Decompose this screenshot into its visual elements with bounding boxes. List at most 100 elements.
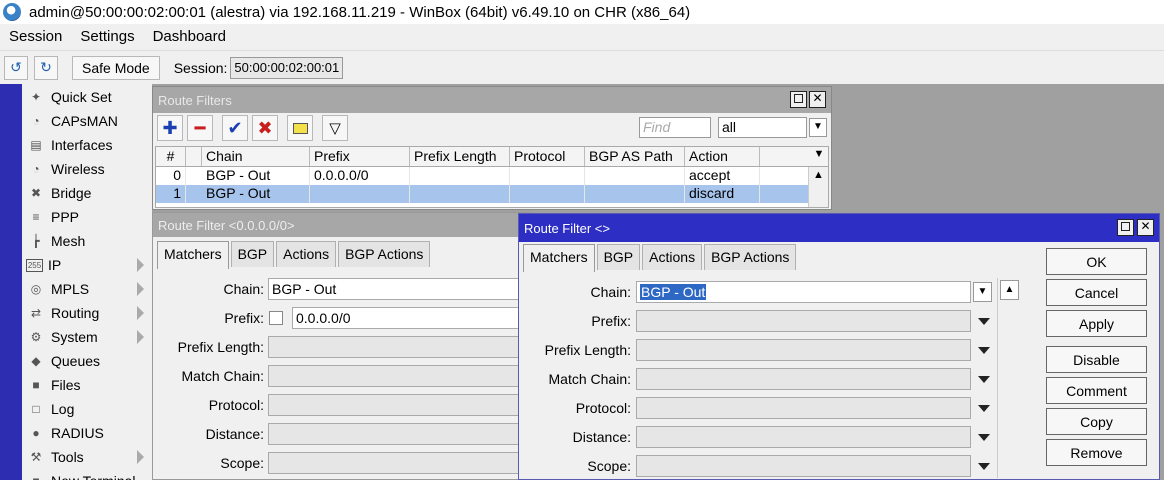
comment-button[interactable]: Comment xyxy=(1046,377,1147,404)
tab-bgp-actions[interactable]: BGP Actions xyxy=(338,241,431,267)
scope-dropdown-icon[interactable] xyxy=(978,463,990,470)
prefix-dropdown-icon[interactable] xyxy=(978,318,990,325)
prefix-length-dropdown-icon[interactable] xyxy=(978,347,990,354)
safe-mode-button[interactable]: Safe Mode xyxy=(72,55,160,80)
tab-bgp[interactable]: BGP xyxy=(230,241,275,267)
chain-label: Chain: xyxy=(223,281,264,297)
column-header-bgp-as-path[interactable]: BGP AS Path xyxy=(585,147,685,166)
maximize-button[interactable] xyxy=(790,91,807,108)
match-chain-dropdown-icon[interactable] xyxy=(978,376,990,383)
filter-select-dropdown[interactable]: ▼ xyxy=(809,118,827,137)
distance-field[interactable] xyxy=(636,426,971,448)
prefix-length-field[interactable] xyxy=(268,336,533,358)
sidebar-item-wireless[interactable]: ◔ Wireless xyxy=(22,157,152,181)
sidebar-item-mpls[interactable]: ◎ MPLS xyxy=(22,277,152,301)
protocol-field[interactable] xyxy=(636,397,971,419)
sidebar-item-log[interactable]: □ Log xyxy=(22,397,152,421)
tab-bgp-actions[interactable]: BGP Actions xyxy=(704,244,797,270)
sidebar-item-files[interactable]: ■ Files xyxy=(22,373,152,397)
column-header-action[interactable]: Action xyxy=(685,147,760,166)
session-value[interactable]: 50:00:00:02:00:01 xyxy=(230,56,344,79)
chain-dropdown-button[interactable]: ▼ xyxy=(973,282,992,302)
remove-button[interactable]: ━ xyxy=(187,115,213,141)
sidebar-item-label: System xyxy=(51,329,98,345)
chain-field[interactable]: BGP - Out xyxy=(636,281,971,303)
sidebar-item-routing[interactable]: ⇄ Routing xyxy=(22,301,152,325)
prefix-field[interactable] xyxy=(636,310,971,332)
remove-button[interactable]: Remove xyxy=(1046,439,1147,466)
tab-bgp[interactable]: BGP xyxy=(596,244,641,270)
form-scrollbar[interactable]: ▲ xyxy=(997,278,1019,478)
sidebar-item-new-terminal[interactable]: ■ New Terminal xyxy=(22,469,152,480)
cancel-button[interactable]: Cancel xyxy=(1046,279,1147,306)
route-filter-detail-title: Route Filter <0.0.0.0/0> xyxy=(158,217,295,233)
table-row[interactable]: 1 BGP - Out discard xyxy=(156,185,808,203)
scope-field[interactable] xyxy=(636,455,971,477)
tab-actions[interactable]: Actions xyxy=(276,241,337,267)
column-header-number[interactable]: # xyxy=(156,147,186,166)
sidebar-item-quick-set[interactable]: ✦ Quick Set xyxy=(22,85,152,109)
distance-field[interactable] xyxy=(268,423,533,445)
sidebar-item-interfaces[interactable]: ▤ Interfaces xyxy=(22,133,152,157)
match-chain-field[interactable] xyxy=(636,368,971,390)
scope-field[interactable] xyxy=(268,452,533,474)
match-chain-field[interactable] xyxy=(268,365,533,387)
comment-button[interactable] xyxy=(287,115,313,141)
disable-button[interactable]: Disable xyxy=(1046,346,1147,373)
menu-session[interactable]: Session xyxy=(9,28,62,45)
column-header-chain[interactable]: Chain xyxy=(202,147,310,166)
column-header-prefix-length[interactable]: Prefix Length xyxy=(410,147,510,166)
distance-dropdown-icon[interactable] xyxy=(978,434,990,441)
tab-matchers[interactable]: Matchers xyxy=(157,241,229,269)
sidebar-item-system[interactable]: ⚙ System xyxy=(22,325,152,349)
column-header-prefix[interactable]: Prefix xyxy=(310,147,410,166)
menu-settings[interactable]: Settings xyxy=(80,28,134,45)
prefix-length-field[interactable] xyxy=(636,339,971,361)
sidebar-item-radius[interactable]: ● RADIUS xyxy=(22,421,152,445)
route-filter-detail-titlebar[interactable]: Route Filter <0.0.0.0/0> xyxy=(153,213,531,237)
cell-prefix-length xyxy=(410,185,510,203)
add-button[interactable]: ✚ xyxy=(157,115,183,141)
protocol-field[interactable] xyxy=(268,394,533,416)
menu-dashboard[interactable]: Dashboard xyxy=(153,28,226,45)
table-row[interactable]: 0 BGP - Out 0.0.0.0/0 accept xyxy=(156,167,808,185)
find-input[interactable]: Find xyxy=(639,117,711,138)
enable-button[interactable]: ✔ xyxy=(222,115,248,141)
chain-field[interactable]: BGP - Out xyxy=(268,278,533,300)
filter-select[interactable]: all xyxy=(718,117,807,138)
route-filter-new-titlebar[interactable]: Route Filter <> ✕ xyxy=(519,214,1159,242)
sidebar-item-queues[interactable]: ◆ Queues xyxy=(22,349,152,373)
apply-button[interactable]: Apply xyxy=(1046,310,1147,337)
sidebar-item-tools[interactable]: ⚒ Tools xyxy=(22,445,152,469)
protocol-dropdown-icon[interactable] xyxy=(978,405,990,412)
undo-button[interactable]: ↺ xyxy=(4,55,28,80)
scroll-up-button[interactable]: ▲ xyxy=(1000,280,1019,300)
tab-matchers[interactable]: Matchers xyxy=(523,244,595,272)
copy-button[interactable]: Copy xyxy=(1046,408,1147,435)
sidebar-item-capsman[interactable]: ◔ CAPsMAN xyxy=(22,109,152,133)
table-scrollbar[interactable]: ▲ xyxy=(808,167,828,207)
sidebar-item-ppp[interactable]: ≡ PPP xyxy=(22,205,152,229)
tab-actions[interactable]: Actions xyxy=(642,244,703,270)
filter-button[interactable]: ▽ xyxy=(322,115,348,141)
column-header-protocol[interactable]: Protocol xyxy=(510,147,585,166)
scroll-up-icon[interactable]: ▲ xyxy=(809,169,828,181)
redo-button[interactable]: ↻ xyxy=(34,55,58,80)
prefix-invert-checkbox[interactable] xyxy=(269,311,283,325)
maximize-button[interactable] xyxy=(1117,219,1134,236)
route-filters-titlebar[interactable]: Route Filters ✕ xyxy=(153,87,831,113)
column-header-flags[interactable] xyxy=(186,147,202,166)
sidebar-item-bridge[interactable]: ✖ Bridge xyxy=(22,181,152,205)
close-button[interactable]: ✕ xyxy=(809,91,826,108)
disable-button[interactable]: ✖ xyxy=(252,115,278,141)
ok-button[interactable]: OK xyxy=(1046,248,1147,275)
sidebar-item-label: Bridge xyxy=(51,185,92,201)
sidebar-item-mesh[interactable]: ┢ Mesh xyxy=(22,229,152,253)
sidebar-item-ip[interactable]: 255 IP xyxy=(22,253,152,277)
ip-icon: 255 xyxy=(26,258,43,272)
sidebar-item-label: Routing xyxy=(51,305,100,321)
column-chooser[interactable]: ▼ xyxy=(808,147,828,166)
chain-label: Chain: xyxy=(590,284,631,300)
prefix-field[interactable]: 0.0.0.0/0 xyxy=(292,307,533,329)
close-button[interactable]: ✕ xyxy=(1137,219,1154,236)
